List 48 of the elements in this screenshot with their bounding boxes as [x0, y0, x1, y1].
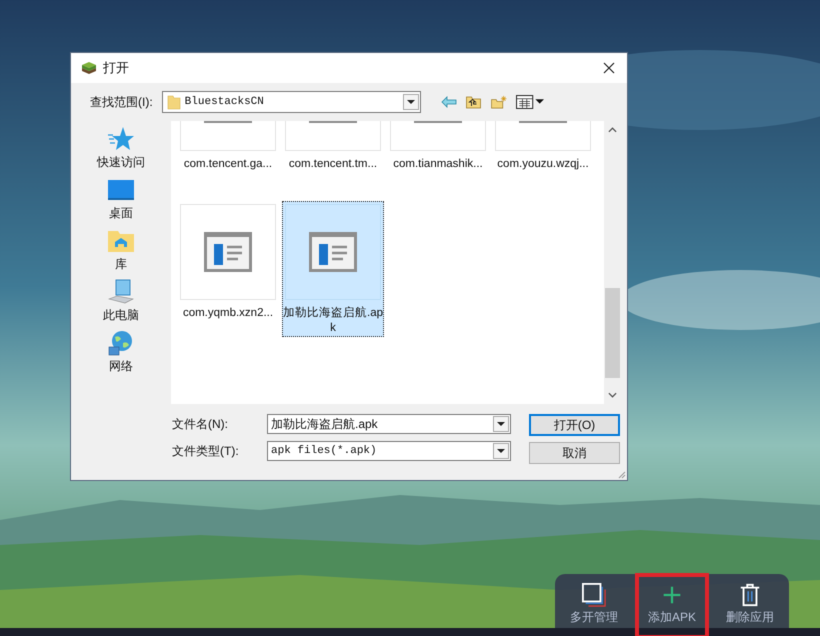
file-item[interactable]: com.youzu.wzqj... [492, 121, 594, 188]
file-item[interactable]: com.tianmashik... [387, 121, 489, 188]
dock-label[interactable]: 添加APK [648, 609, 696, 626]
globe-icon[interactable] [107, 329, 135, 357]
place-label[interactable]: 快速访问 [97, 154, 145, 171]
file-name: com.tianmashik... [392, 157, 484, 172]
file-type-dropdown[interactable]: apk files(*.apk) [267, 441, 511, 461]
file-name: com.tencent.ga... [182, 157, 274, 172]
file-item[interactable]: com.tencent.ga... [177, 121, 279, 188]
folder-icon [166, 94, 181, 110]
file-name: com.yqmb.xzn2... [182, 306, 274, 321]
place-label[interactable]: 此电脑 [103, 307, 139, 324]
file-name-field[interactable]: 加勒比海盗启航.apk [267, 414, 511, 434]
file-name-label: 文件名(N): [172, 416, 229, 432]
open-button[interactable]: 打开(O) [529, 414, 620, 436]
trash-icon[interactable] [738, 583, 762, 607]
file-item[interactable]: com.tencent.tm... [282, 121, 384, 188]
computer-icon[interactable] [107, 278, 135, 306]
window-icon [309, 232, 357, 272]
file-name: com.youzu.wzqj... [496, 157, 590, 172]
layers-icon [81, 61, 97, 75]
back-arrow-icon[interactable] [440, 95, 457, 109]
resize-grip-icon[interactable] [616, 469, 626, 479]
down-chevron-icon[interactable] [608, 392, 617, 398]
new-folder-icon[interactable] [490, 95, 508, 109]
window-icon [204, 232, 252, 272]
place-label[interactable]: 网络 [109, 358, 133, 375]
up-folder-icon[interactable] [464, 95, 482, 109]
dock-label[interactable]: 删除应用 [726, 609, 774, 626]
look-in-dropdown[interactable]: BluestacksCN [162, 91, 421, 113]
place-label[interactable]: 桌面 [109, 205, 133, 222]
cancel-button[interactable]: 取消 [529, 442, 620, 464]
look-in-label: 查找范围(I): [90, 94, 153, 110]
view-menu-icon[interactable] [516, 95, 544, 109]
windows-icon[interactable] [582, 583, 606, 607]
window-title: 打开 [103, 59, 130, 77]
place-label[interactable]: 库 [115, 256, 127, 273]
file-type-label: 文件类型(T): [172, 442, 240, 460]
close-icon[interactable] [603, 62, 615, 74]
file-name: 加勒比海盗启航.apk [283, 306, 383, 336]
star-icon[interactable] [107, 125, 135, 153]
file-item[interactable]: 加勒比海盗启航.apk [282, 201, 384, 337]
up-chevron-icon[interactable] [608, 127, 617, 133]
caret-icon [497, 422, 505, 426]
caret-icon [406, 100, 415, 104]
caret-icon [497, 449, 505, 453]
dock-label[interactable]: 多开管理 [570, 609, 618, 626]
file-name: com.tencent.tm... [288, 157, 378, 172]
